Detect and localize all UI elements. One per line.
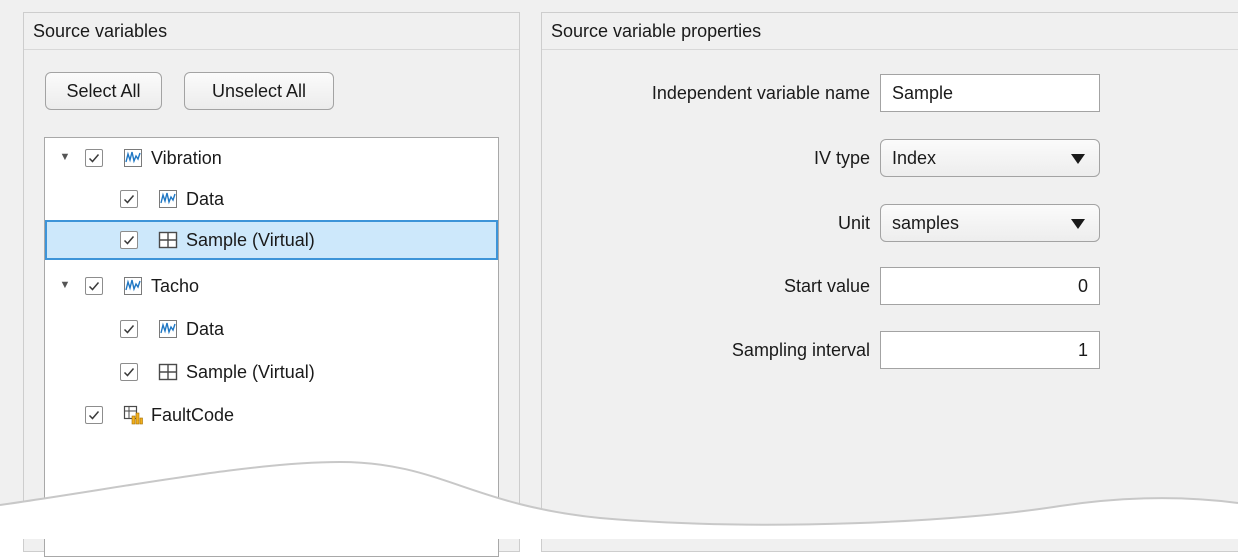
app-window: Source variables Select All Unselect All…: [0, 0, 1238, 557]
dropdown-arrow-icon: [1071, 154, 1085, 164]
start-value-label: Start value: [783, 276, 870, 296]
tree-node-label: Sample (Virtual): [186, 362, 315, 382]
tree-node-tacho-sample[interactable]: Sample (Virtual): [45, 352, 498, 392]
signal-icon: [158, 319, 178, 339]
signal-icon: [123, 276, 143, 296]
checkbox[interactable]: [85, 149, 103, 167]
dropdown-arrow-icon: [1071, 219, 1085, 229]
signal-icon: [158, 189, 178, 209]
iv-type-dropdown[interactable]: Index: [880, 139, 1100, 177]
unselect-all-button[interactable]: Unselect All: [184, 72, 334, 110]
tree-node-vibration-data[interactable]: Data: [45, 179, 498, 219]
signal-icon: [123, 148, 143, 168]
tree-node-faultcode[interactable]: FaultCode: [45, 395, 498, 435]
checkbox[interactable]: [85, 406, 103, 424]
checkbox[interactable]: [120, 190, 138, 208]
checkbox[interactable]: [120, 363, 138, 381]
iv-name-field[interactable]: Sample: [880, 74, 1100, 112]
iv-name-label: Independent variable name: [651, 83, 870, 103]
expand-caret-icon[interactable]: ▼: [59, 151, 71, 163]
tree-node-label: FaultCode: [151, 405, 235, 425]
checkbox[interactable]: [120, 231, 138, 249]
unit-dropdown[interactable]: samples: [880, 204, 1100, 242]
checkbox[interactable]: [85, 277, 103, 295]
tree-node-label: Data: [186, 319, 225, 339]
select-all-button[interactable]: Select All: [45, 72, 162, 110]
tree-node-tacho-data[interactable]: Data: [45, 309, 498, 349]
source-variable-properties-panel: Source variable properties Independent v…: [541, 12, 1238, 552]
iv-type-label: IV type: [813, 148, 870, 168]
iv-type-value: Index: [892, 148, 937, 168]
checkbox[interactable]: [120, 320, 138, 338]
source-variables-panel: Source variables Select All Unselect All…: [23, 12, 520, 557]
table-icon: [158, 230, 178, 250]
tree-node-label: Data: [186, 189, 225, 209]
tree-node-label: Tacho: [151, 276, 200, 296]
source-variable-properties-title: Source variable properties: [542, 13, 1238, 50]
source-variables-title: Source variables: [24, 13, 519, 50]
source-variables-tree: ▼ Vibration Data Sample (Virtual) ▼ Tach…: [44, 137, 499, 557]
tree-node-label: Vibration: [151, 148, 222, 168]
sampling-interval-field[interactable]: 1: [880, 331, 1100, 369]
tree-node-tacho[interactable]: ▼ Tacho: [45, 266, 498, 306]
unit-value: samples: [892, 213, 960, 233]
tree-node-label: Sample (Virtual): [186, 230, 315, 250]
expand-caret-icon[interactable]: ▼: [59, 279, 71, 291]
categorical-table-icon: [123, 405, 143, 425]
tree-node-vibration-sample[interactable]: Sample (Virtual): [45, 220, 498, 260]
unit-label: Unit: [837, 213, 870, 233]
start-value-field[interactable]: 0: [880, 267, 1100, 305]
sampling-interval-label: Sampling interval: [731, 340, 870, 360]
tree-node-vibration[interactable]: ▼ Vibration: [45, 138, 498, 178]
table-icon: [158, 362, 178, 382]
